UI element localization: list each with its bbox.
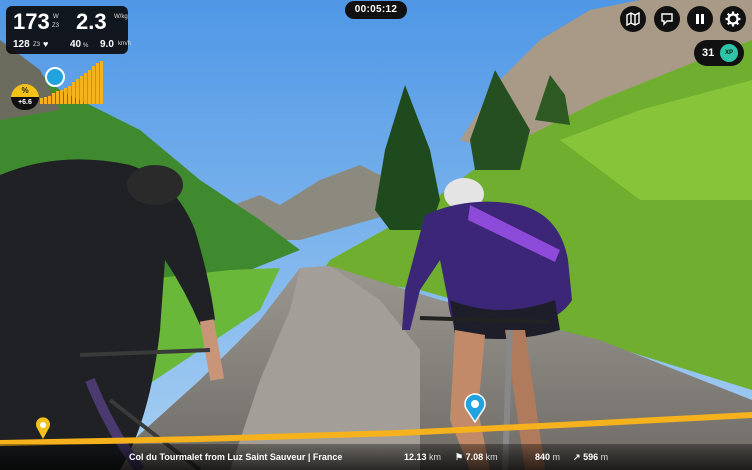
distance-done-value: 12.13 [404, 452, 427, 462]
ascent-icon: ↗ [573, 452, 581, 462]
map-icon [626, 12, 640, 26]
ascent-unit: m [600, 452, 609, 462]
speed-value: 9.0 [100, 39, 114, 50]
pause-icon [696, 14, 704, 24]
distance-remaining-value: 7.08 [465, 452, 484, 462]
distance-done: 12.13 km [404, 452, 441, 462]
ascent-remaining: ↗ 596 m [573, 452, 608, 463]
level-number: 31 [702, 47, 715, 59]
hr-zone: Z3 [33, 42, 41, 48]
wkg-value: 2.3 [76, 9, 107, 34]
route-name: Col du Tourmalet from Luz Saint Sauveur … [129, 452, 343, 462]
elevation: 840 m [535, 452, 560, 462]
distance-remaining-unit: km [485, 452, 498, 462]
flag-icon: ⚑ [455, 452, 464, 462]
ascent-value: 596 [583, 452, 599, 462]
heart-icon: ♥ [43, 39, 49, 49]
grade-value: +6.6 [11, 97, 39, 110]
chat-icon [661, 13, 673, 26]
wkg-unit: W/kg [114, 14, 128, 20]
distance-done-unit: km [429, 452, 442, 462]
rider-position-marker [45, 67, 65, 87]
level-badge[interactable]: 31 XP [694, 40, 744, 66]
start-location-pin [36, 417, 50, 439]
power-zone: Z3 [52, 23, 60, 29]
grade-indicator: % +6.6 [11, 84, 39, 110]
pause-button[interactable] [687, 6, 713, 32]
elevation-unit: m [552, 452, 561, 462]
speed-unit: km/h [118, 41, 132, 47]
cadence-unit: % [83, 43, 89, 49]
power-value: 173 [13, 9, 50, 34]
settings-button[interactable] [720, 6, 746, 32]
heart-rate-value: 128 [13, 39, 30, 50]
rider-progress-marker [464, 393, 486, 423]
cadence-value: 40 [70, 39, 82, 50]
xp-badge: XP [720, 44, 738, 62]
ride-video-scene [0, 0, 752, 470]
distance-remaining: ⚑ 7.08 km [455, 452, 498, 463]
grade-symbol: % [11, 84, 39, 98]
gear-icon [725, 11, 741, 27]
scene-illustration [0, 0, 752, 470]
power-unit: W [53, 14, 59, 20]
chat-button[interactable] [654, 6, 680, 32]
elevation-value: 840 [535, 452, 551, 462]
route-info-bar [0, 444, 752, 470]
stats-panel: 173 W Z3 2.3 W/kg 128 Z3 ♥ 40 % 9.0 km/h [6, 6, 132, 54]
elapsed-timer: 00:05:12 [345, 1, 407, 19]
map-button[interactable] [620, 6, 646, 32]
